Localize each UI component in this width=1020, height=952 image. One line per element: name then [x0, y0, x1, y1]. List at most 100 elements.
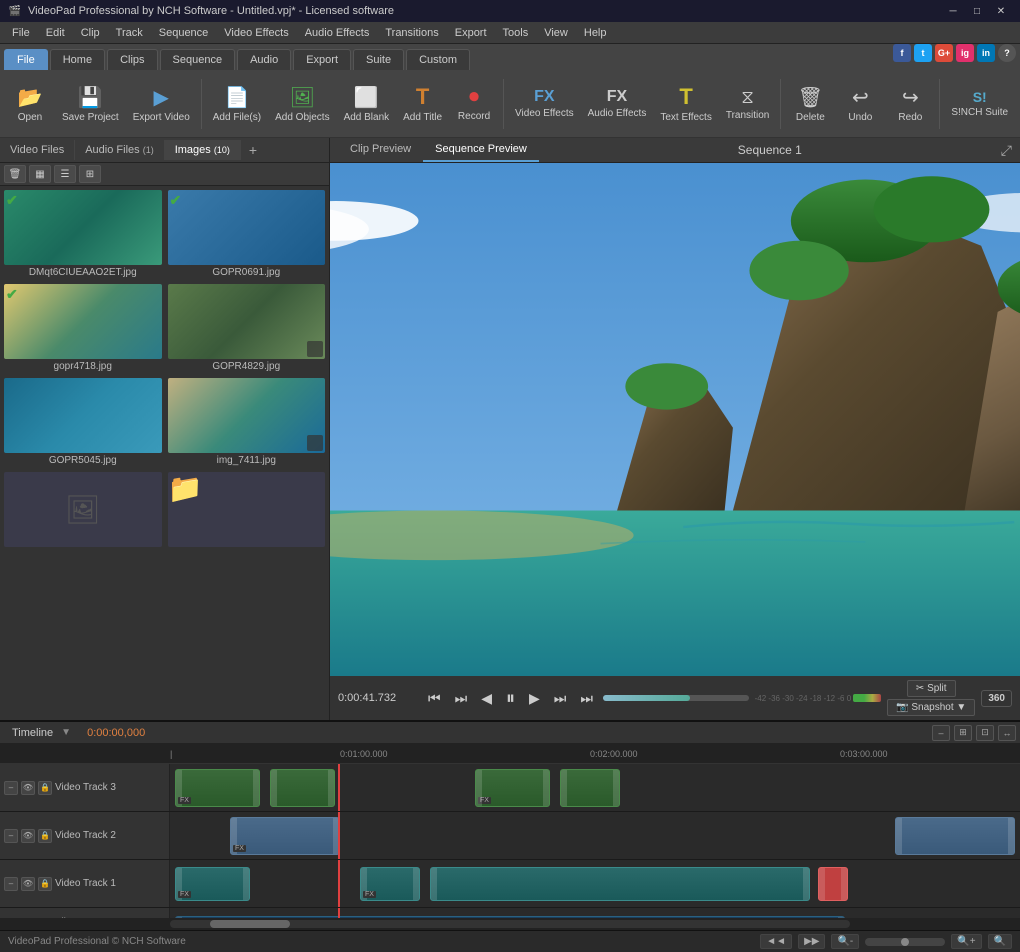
- go-end-button[interactable]: ⏭: [576, 688, 597, 709]
- menu-transitions[interactable]: Transitions: [377, 25, 446, 41]
- tl-btn-2[interactable]: ⊞: [954, 725, 972, 741]
- zoom-out-button[interactable]: 🔍-: [831, 934, 859, 949]
- close-button[interactable]: ✕: [990, 3, 1012, 19]
- next-frame-button[interactable]: ⏭: [550, 688, 571, 709]
- track-clip[interactable]: FX: [230, 817, 340, 855]
- search-button[interactable]: 🔍: [988, 934, 1012, 949]
- undo-button[interactable]: ↩ Undo: [836, 75, 884, 133]
- open-button[interactable]: 📂 Open: [6, 75, 54, 133]
- clip-handle-left[interactable]: [896, 818, 902, 854]
- tab-audio[interactable]: Audio: [237, 49, 291, 70]
- sequence-preview-tab[interactable]: Sequence Preview: [423, 138, 539, 162]
- track-clip[interactable]: FX: [175, 867, 250, 901]
- tl-btn-3[interactable]: ⊡: [976, 725, 994, 741]
- tl-btn-4[interactable]: ↔: [998, 725, 1016, 741]
- clip-handle-right[interactable]: [838, 917, 844, 918]
- track-clip[interactable]: [560, 769, 620, 807]
- add-files-button[interactable]: 📄 Add File(s): [207, 75, 267, 133]
- instagram-icon[interactable]: ig: [956, 44, 974, 62]
- clip-handle-left[interactable]: [819, 868, 825, 900]
- track-clip[interactable]: FX: [475, 769, 550, 807]
- track-clip[interactable]: [430, 867, 810, 901]
- timeline-dropdown-icon[interactable]: ▼: [61, 727, 71, 738]
- clip-handle-left[interactable]: [431, 868, 437, 900]
- clip-handle-left[interactable]: [176, 917, 182, 918]
- status-arrow-left[interactable]: ◄◄: [760, 934, 792, 949]
- tab-export[interactable]: Export: [293, 49, 351, 70]
- linkedin-icon[interactable]: in: [977, 44, 995, 62]
- clip-handle-left[interactable]: [476, 770, 482, 806]
- clip-handle-right[interactable]: [243, 868, 249, 900]
- track-mute-btn[interactable]: –: [4, 877, 18, 891]
- help-circle-icon[interactable]: ?: [998, 44, 1016, 62]
- clip-preview-tab[interactable]: Clip Preview: [338, 138, 423, 162]
- add-blank-button[interactable]: ⬜ Add Blank: [338, 75, 396, 133]
- menu-help[interactable]: Help: [576, 25, 615, 41]
- media-item[interactable]: ✔ DMqt6CIUEAAO2ET.jpg: [4, 190, 162, 278]
- clip-handle-right[interactable]: [1008, 818, 1014, 854]
- track-mute-btn[interactable]: –: [4, 781, 18, 795]
- timeline-scroll-track[interactable]: [170, 920, 850, 928]
- clip-handle-right[interactable]: [613, 770, 619, 806]
- track-eye-btn[interactable]: 👁: [21, 781, 35, 795]
- delete-button[interactable]: 🗑 Delete: [786, 75, 834, 133]
- media-grid-btn[interactable]: ▦: [29, 165, 51, 183]
- menu-sequence[interactable]: Sequence: [151, 25, 217, 41]
- clip-handle-left[interactable]: [561, 770, 567, 806]
- text-effects-button[interactable]: T Text Effects: [654, 75, 718, 133]
- menu-export[interactable]: Export: [447, 25, 495, 41]
- redo-button[interactable]: ↪ Redo: [886, 75, 934, 133]
- track-lock-btn[interactable]: 🔒: [38, 877, 52, 891]
- tl-btn-1[interactable]: –: [932, 725, 950, 741]
- media-item[interactable]: 📁: [168, 472, 326, 549]
- google-icon[interactable]: G+: [935, 44, 953, 62]
- media-tab-audio[interactable]: Audio Files (1): [75, 140, 164, 160]
- split-button[interactable]: ✂ Split: [907, 680, 956, 697]
- zoom-slider[interactable]: [865, 938, 945, 946]
- tab-sequence[interactable]: Sequence: [160, 49, 236, 70]
- clip-handle-right[interactable]: [253, 770, 259, 806]
- nch-suite-button[interactable]: S! S!NCH Suite: [945, 75, 1014, 133]
- timeline-scrollbar[interactable]: [0, 918, 1020, 930]
- media-sort-btn[interactable]: ⊞: [79, 165, 101, 183]
- clip-handle-right[interactable]: [328, 770, 334, 806]
- play-pause-button[interactable]: ⏸: [502, 686, 519, 711]
- track-clip[interactable]: [895, 817, 1015, 855]
- progress-bar[interactable]: [603, 695, 749, 701]
- add-media-tab-button[interactable]: +: [241, 138, 265, 162]
- clip-handle-right[interactable]: [841, 868, 847, 900]
- media-item[interactable]: img_7411.jpg: [168, 378, 326, 466]
- timeline-scroll-thumb[interactable]: [210, 920, 290, 928]
- media-item[interactable]: GOPR4829.jpg: [168, 284, 326, 372]
- facebook-icon[interactable]: f: [893, 44, 911, 62]
- add-objects-button[interactable]: 🖼 Add Objects: [269, 75, 335, 133]
- menu-view[interactable]: View: [536, 25, 576, 41]
- snapshot-button[interactable]: 📷 Snapshot ▼: [887, 699, 975, 716]
- export-video-button[interactable]: ▶ Export Video: [127, 75, 196, 133]
- twitter-icon[interactable]: t: [914, 44, 932, 62]
- transition-button[interactable]: ⧖ Transition: [720, 75, 776, 133]
- titlebar-controls[interactable]: ─ □ ✕: [942, 3, 1012, 19]
- step-back-button[interactable]: ◀: [477, 688, 496, 709]
- clip-handle-right[interactable]: [803, 868, 809, 900]
- menu-edit[interactable]: Edit: [38, 25, 73, 41]
- go-start-button[interactable]: ⏮: [424, 688, 445, 709]
- record-button[interactable]: ⏺ Record: [450, 75, 498, 133]
- clip-handle-left[interactable]: [271, 770, 277, 806]
- maximize-button[interactable]: □: [966, 3, 988, 19]
- media-item[interactable]: 🖼: [4, 472, 162, 549]
- track-clip[interactable]: [270, 769, 335, 807]
- track-lock-btn[interactable]: 🔒: [38, 781, 52, 795]
- zoom-slider-thumb[interactable]: [901, 938, 909, 946]
- menu-file[interactable]: File: [4, 25, 38, 41]
- add-title-button[interactable]: T Add Title: [397, 75, 448, 133]
- minimize-button[interactable]: ─: [942, 3, 964, 19]
- track-clip[interactable]: FX: [360, 867, 420, 901]
- track-lock-btn[interactable]: 🔒: [38, 829, 52, 843]
- menu-audio-effects[interactable]: Audio Effects: [297, 25, 378, 41]
- media-item[interactable]: GOPR5045.jpg: [4, 378, 162, 466]
- tab-file[interactable]: File: [4, 49, 48, 70]
- tab-clips[interactable]: Clips: [107, 49, 157, 70]
- track-eye-btn[interactable]: 👁: [21, 877, 35, 891]
- tab-custom[interactable]: Custom: [406, 49, 470, 70]
